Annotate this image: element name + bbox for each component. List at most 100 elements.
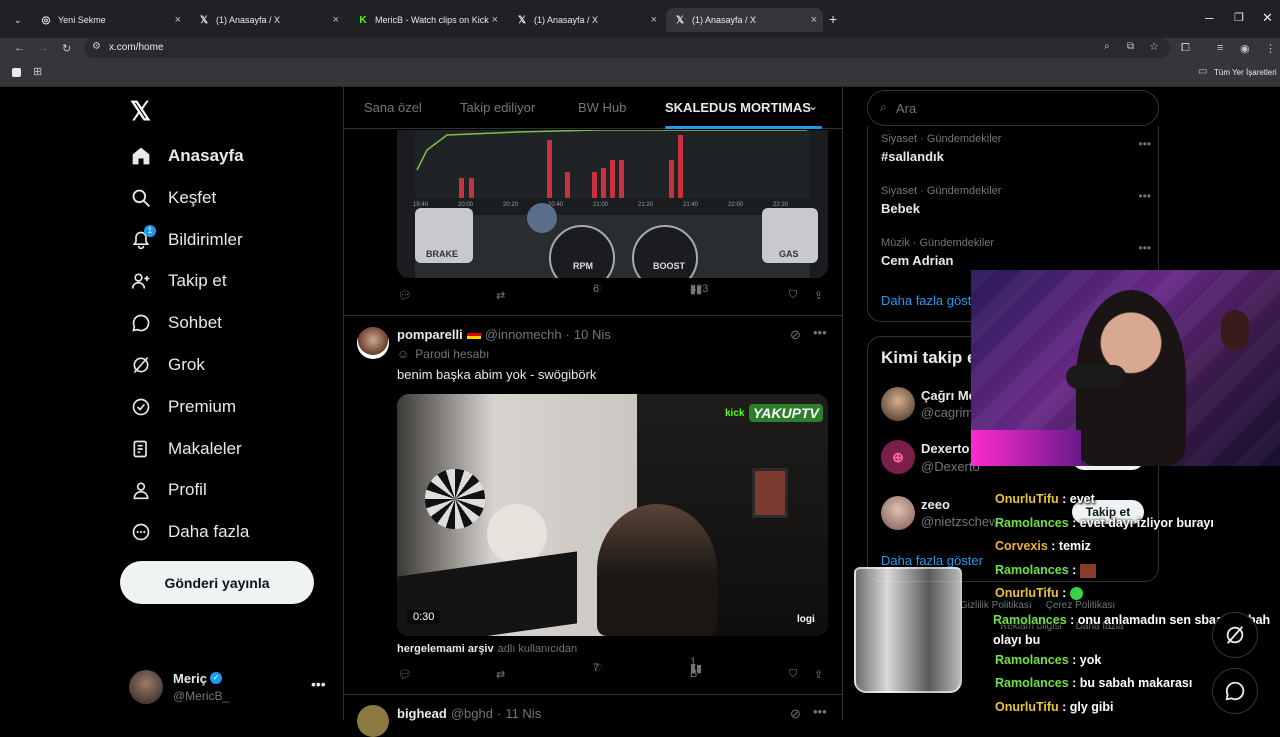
address-bar[interactable]: ⚙ x.com/home ⌕ ⧉ ☆ bbox=[84, 38, 1170, 58]
add-user-icon bbox=[130, 270, 152, 292]
zoom-icon[interactable]: ⌕ bbox=[1104, 41, 1110, 52]
post-media-image[interactable]: 19:40 20:00 20:20 20:40 21:00 21:20 21:40 22:00… bbox=[397, 130, 828, 278]
post-button[interactable]: Gönderi yayınla bbox=[120, 561, 314, 604]
post-video[interactable]: kick YAKUPTV logi 0:30 bbox=[397, 394, 828, 636]
x-logo-icon[interactable]: 𝕏 bbox=[130, 96, 151, 127]
close-window-icon[interactable]: ✕ bbox=[1262, 10, 1273, 26]
follow-name[interactable]: Dexerto bbox=[921, 441, 969, 456]
tab-for-you[interactable]: Sana özel bbox=[364, 100, 422, 115]
chevron-down-icon[interactable]: ⌄ bbox=[808, 99, 818, 113]
all-bookmarks-link[interactable]: Tüm Yer İşaretleri bbox=[1214, 68, 1277, 77]
close-icon[interactable]: × bbox=[175, 14, 181, 26]
post-date[interactable]: 10 Nis bbox=[574, 327, 611, 342]
chat-message: Ramolances : bu sabah makarası bbox=[995, 676, 1193, 690]
browser-toolbar: ← → ↻ ⚙ x.com/home ⌕ ⧉ ☆ ⧠ ≡ ◉ ⋮ bbox=[0, 38, 1280, 60]
more-icon[interactable]: ••• bbox=[1138, 137, 1151, 151]
account-switcher[interactable]: Meriç ✓ @MericB_ ••• bbox=[129, 668, 329, 706]
chat-message: OnurluTifu : evet bbox=[995, 492, 1095, 506]
show-more-link[interactable]: Daha fazla göster bbox=[881, 553, 983, 568]
avatar[interactable] bbox=[357, 705, 389, 737]
post-actions: 💬︎ ⇄ ♡ 6 ▮▮ 323 ⛉ ⇪ bbox=[398, 283, 824, 302]
close-icon[interactable]: × bbox=[811, 14, 817, 26]
avatar bbox=[129, 670, 163, 704]
author-name[interactable]: pomparelli bbox=[397, 327, 463, 342]
nav-explore[interactable]: Keşfet bbox=[130, 183, 216, 213]
feed-tabs: Sana özel Takip ediliyor BW Hub SKALEDUS… bbox=[344, 87, 842, 129]
more-icon[interactable]: ••• bbox=[1138, 189, 1151, 203]
trend-item[interactable]: Müzik · Gündemdekiler Cem Adrian ••• bbox=[881, 237, 1151, 268]
reply-icon[interactable]: 💬︎ bbox=[398, 668, 412, 681]
browser-tab[interactable]: ◎ Yeni Sekme × bbox=[32, 8, 187, 32]
avatar[interactable] bbox=[881, 387, 915, 421]
chat-message: OnurluTifu : gly gibi bbox=[995, 700, 1114, 714]
search-input[interactable]: ⌕ Ara bbox=[867, 90, 1159, 126]
repost-icon[interactable]: ⇄ bbox=[496, 668, 505, 681]
share-icon[interactable]: ⇪ bbox=[814, 668, 823, 681]
repost-icon[interactable]: ⇄ bbox=[496, 289, 505, 302]
forward-icon[interactable]: → bbox=[38, 42, 49, 54]
tab-skaledus-mortimas[interactable]: SKALEDUS MORTIMAS bbox=[665, 100, 811, 115]
more-icon[interactable]: ••• bbox=[813, 704, 827, 719]
close-icon[interactable]: × bbox=[651, 14, 657, 26]
nav-premium[interactable]: Premium bbox=[130, 392, 236, 422]
follow-name[interactable]: zeeo bbox=[921, 497, 950, 512]
nav-profile[interactable]: Profil bbox=[130, 475, 207, 505]
nav-notifications[interactable]: 1 Bildirimler bbox=[130, 225, 243, 255]
media-icon[interactable]: ≡ bbox=[1217, 42, 1223, 54]
new-tab-icon[interactable]: + bbox=[829, 11, 837, 27]
nav-grok[interactable]: Grok bbox=[130, 350, 205, 380]
show-more-link[interactable]: Daha fazla göster bbox=[881, 293, 983, 308]
avatar[interactable]: ⊕ bbox=[881, 440, 915, 474]
author-handle[interactable]: @innomechh bbox=[485, 327, 562, 342]
apps-grid-icon[interactable]: ⊞ bbox=[33, 65, 42, 78]
site-info-icon[interactable]: ⚙ bbox=[92, 41, 101, 52]
grok-floating-button[interactable] bbox=[1212, 612, 1258, 658]
tab-bw-hub[interactable]: BW Hub bbox=[578, 100, 626, 115]
more-icon[interactable]: ••• bbox=[1138, 241, 1151, 255]
nav-follow[interactable]: Takip et bbox=[130, 266, 227, 296]
trend-item[interactable]: Siyaset · Gündemdekiler Bebek ••• bbox=[881, 185, 1151, 216]
close-icon[interactable]: × bbox=[333, 14, 339, 26]
chat-icon bbox=[130, 312, 152, 334]
follow-name[interactable]: Çağrı Me bbox=[921, 388, 976, 403]
minimize-icon[interactable]: ─ bbox=[1205, 11, 1214, 25]
restore-icon[interactable]: ❐ bbox=[1234, 11, 1244, 24]
bookmark-star-icon[interactable]: ☆ bbox=[1149, 40, 1159, 53]
app-icon[interactable] bbox=[12, 68, 21, 77]
extensions-icon[interactable]: ⧠ bbox=[1181, 42, 1190, 55]
nav-more[interactable]: Daha fazla bbox=[130, 517, 249, 547]
more-icon[interactable]: ••• bbox=[311, 676, 326, 692]
x-logo-icon: 𝕏 bbox=[675, 14, 685, 26]
browser-tab[interactable]: 𝕏 (1) Anasayfa / X × bbox=[190, 8, 345, 32]
back-icon[interactable]: ← bbox=[14, 42, 25, 54]
install-app-icon[interactable]: ⧉ bbox=[1127, 41, 1134, 52]
tab-following[interactable]: Takip ediliyor bbox=[460, 100, 535, 115]
author-handle[interactable]: @bghd bbox=[451, 706, 493, 721]
close-icon[interactable]: × bbox=[492, 14, 498, 26]
profile-icon[interactable]: ◉ bbox=[1240, 42, 1250, 55]
menu-icon[interactable]: ⋮ bbox=[1265, 42, 1276, 55]
author-name[interactable]: bighead bbox=[397, 706, 447, 721]
browser-tab-active[interactable]: 𝕏 (1) Anasayfa / X × bbox=[666, 8, 823, 32]
reply-icon[interactable]: 💬︎ bbox=[398, 289, 412, 302]
browser-tab[interactable]: K MericB - Watch clips on Kick × bbox=[349, 8, 504, 32]
grok-icon[interactable]: ⊘ bbox=[790, 327, 801, 343]
avatar[interactable] bbox=[881, 496, 915, 530]
nav-chat[interactable]: Sohbet bbox=[130, 308, 222, 338]
nav-articles[interactable]: Makaleler bbox=[130, 434, 242, 464]
url-text[interactable]: x.com/home bbox=[109, 42, 163, 53]
messages-floating-button[interactable] bbox=[1212, 668, 1258, 714]
more-icon[interactable]: ••• bbox=[813, 325, 827, 340]
time-label: 22:20 bbox=[773, 202, 789, 208]
nav-home[interactable]: Anasayfa bbox=[130, 141, 244, 171]
bookmark-icon[interactable]: ⛉ bbox=[789, 668, 797, 681]
tab-list-button[interactable]: ⌄ bbox=[8, 8, 28, 32]
share-icon[interactable]: ⇪ bbox=[814, 289, 823, 302]
source-user-link[interactable]: hergelemami arşiv bbox=[397, 643, 494, 655]
post-date[interactable]: 11 Nis bbox=[505, 706, 541, 721]
trend-item[interactable]: Siyaset · Gündemdekiler #sallandık ••• bbox=[881, 133, 1151, 164]
bookmark-icon[interactable]: ⛉ bbox=[789, 289, 797, 302]
reload-icon[interactable]: ↻ bbox=[62, 42, 71, 55]
avatar[interactable] bbox=[357, 327, 389, 359]
browser-tab[interactable]: 𝕏 (1) Anasayfa / X × bbox=[508, 8, 663, 32]
